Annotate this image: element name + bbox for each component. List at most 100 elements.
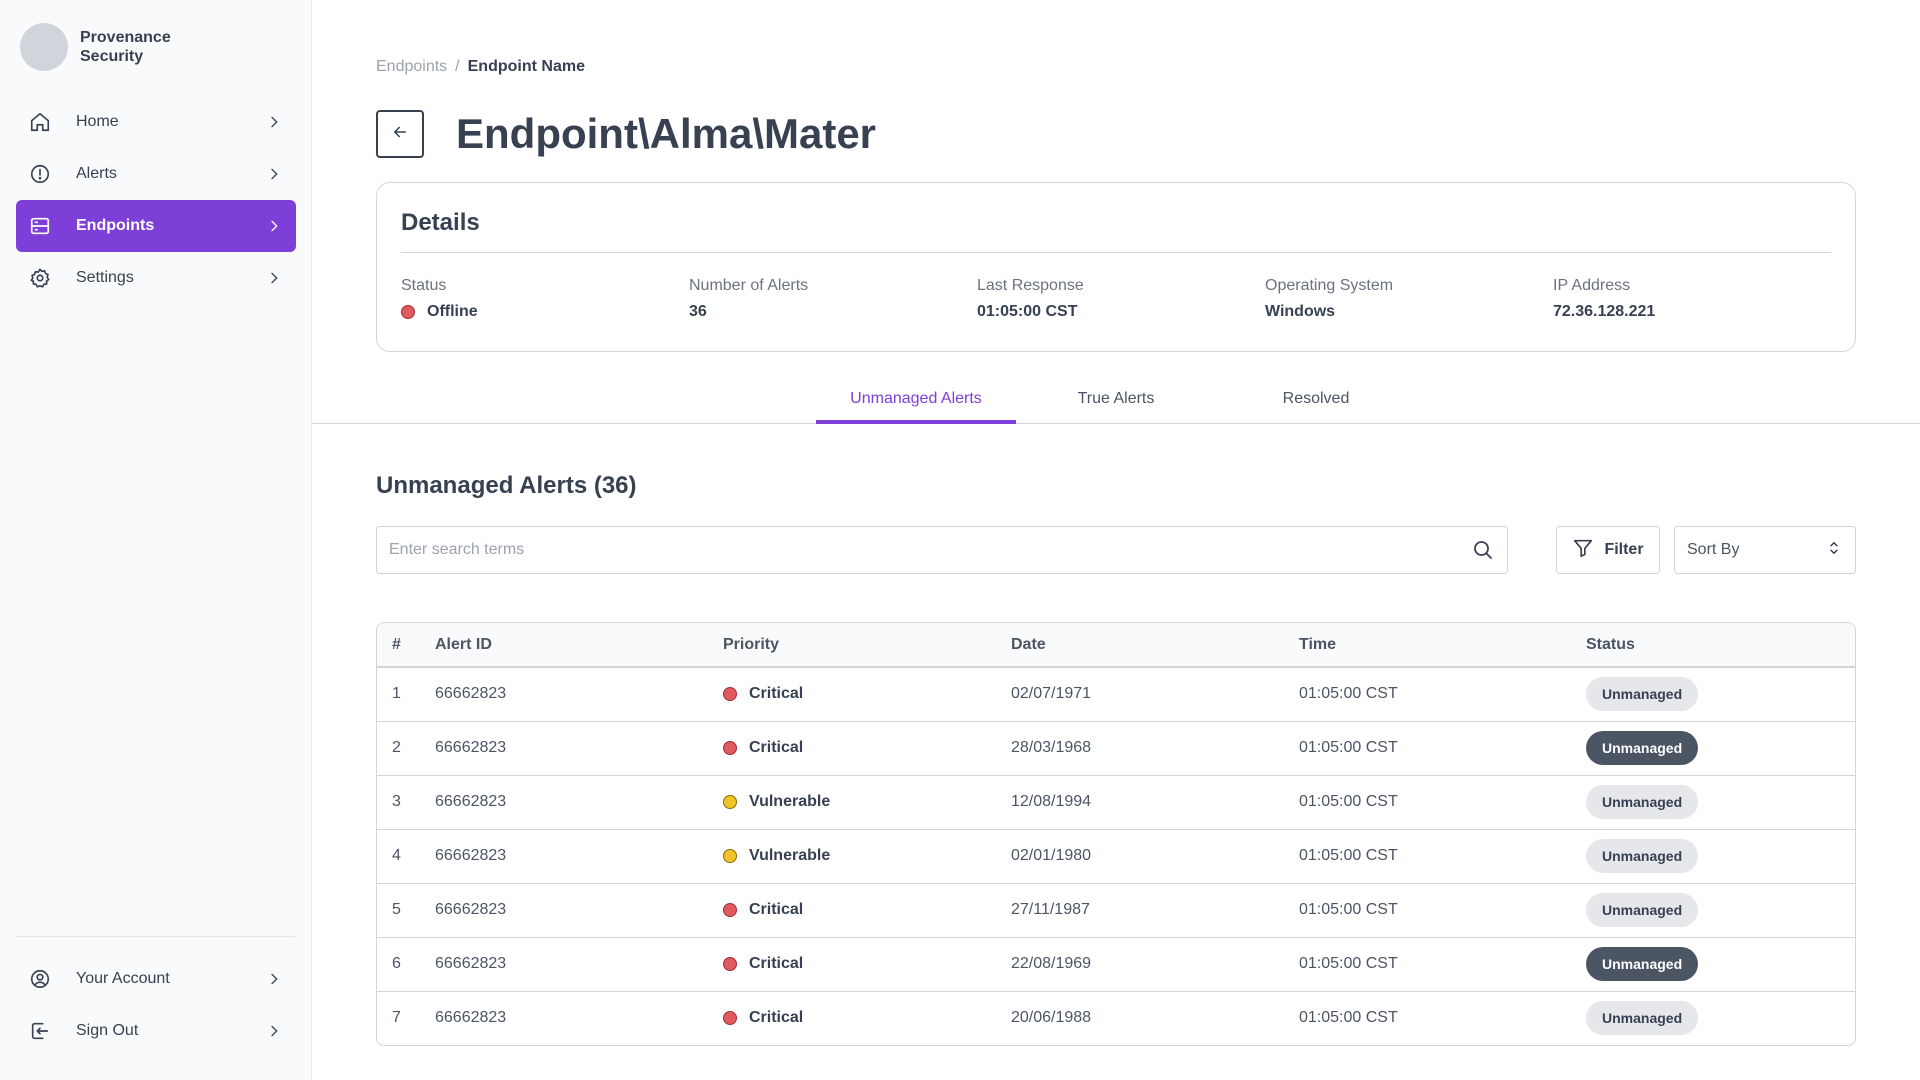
table-header-row: # Alert ID Priority Date Time Status: [377, 623, 1855, 667]
priority: Critical: [723, 1009, 1011, 1027]
sign-out-icon: [28, 1019, 52, 1043]
sidebar-item-home[interactable]: Home: [16, 96, 296, 148]
filter-button[interactable]: Filter: [1556, 526, 1660, 574]
alerts-table: # Alert ID Priority Date Time Status 1 66…: [376, 622, 1856, 1046]
detail-label: Last Response: [977, 277, 1084, 294]
status-cell: Unmanaged: [1586, 937, 1855, 991]
column-header-number: #: [392, 635, 401, 653]
priority-label: Vulnerable: [749, 847, 831, 864]
detail-value: 36: [689, 303, 707, 320]
user-circle-icon: [28, 967, 52, 991]
alert-date: 20/06/1988: [1011, 1009, 1092, 1027]
sidebar-item-your-account[interactable]: Your Account: [16, 953, 296, 1005]
detail-label: Status: [401, 277, 447, 294]
chevron-right-icon: [264, 112, 284, 132]
home-icon: [28, 110, 52, 134]
brand-name: Provenance Security: [80, 29, 171, 65]
sidebar-item-label: Your Account: [76, 970, 170, 987]
status-badge[interactable]: Unmanaged: [1586, 839, 1699, 873]
sidebar-item-alerts[interactable]: Alerts: [16, 148, 296, 200]
table-row[interactable]: 1 66662823 Critical 02/07/1971 01:05:00 CST U…: [377, 667, 1855, 721]
alert-id: 66662823: [435, 847, 507, 864]
alert-time: 01:05:00 CST: [1299, 955, 1398, 972]
tab-true-alerts[interactable]: True Alerts: [1016, 378, 1216, 424]
breadcrumb-current: Endpoint Name: [467, 58, 585, 75]
tab-resolved[interactable]: Resolved: [1216, 378, 1416, 424]
status-badge[interactable]: Unmanaged: [1586, 785, 1699, 819]
detail-number-of-alerts: Number of Alerts 36: [689, 277, 808, 321]
row-number: 6: [392, 955, 401, 972]
page-title: Endpoint\Alma\Mater: [456, 110, 877, 157]
detail-label: IP Address: [1553, 277, 1631, 294]
chevron-right-icon: [264, 1021, 284, 1041]
alert-date: 27/11/1987: [1011, 901, 1090, 918]
sidebar-item-endpoints[interactable]: Endpoints: [16, 200, 296, 252]
priority: Critical: [723, 901, 1011, 919]
breadcrumb-link-endpoints[interactable]: Endpoints: [376, 58, 447, 76]
table-row[interactable]: 5 66662823 Critical 27/11/1987 01:05:00 CST U…: [377, 883, 1855, 937]
alert-time: 01:05:00 CST: [1299, 793, 1398, 810]
row-number: 1: [392, 685, 401, 703]
gear-icon: [28, 266, 52, 290]
detail-label: Number of Alerts: [689, 277, 809, 294]
chevron-right-icon: [264, 216, 284, 236]
search-input[interactable]: [389, 541, 1471, 559]
sidebar-bottom-nav: Your Account Sign Out: [16, 953, 296, 1057]
alert-time: 01:05:00 CST: [1299, 739, 1398, 756]
priority-cell: Critical: [723, 937, 1011, 991]
critical-priority-dot: [723, 957, 737, 971]
priority-cell: Critical: [723, 667, 1011, 721]
back-button[interactable]: [376, 110, 424, 158]
table-row[interactable]: 6 66662823 Critical 22/08/1969 01:05:00 CST U…: [377, 937, 1855, 991]
offline-status-dot: [401, 305, 415, 319]
chevron-right-icon: [264, 164, 284, 184]
status-cell: Unmanaged: [1586, 883, 1855, 937]
critical-priority-dot: [723, 903, 737, 917]
sidebar: Provenance Security Home Alerts Endpoint…: [0, 0, 312, 1080]
column-header-alert-id: Alert ID: [435, 635, 492, 653]
status-cell: Unmanaged: [1586, 775, 1855, 829]
status-badge[interactable]: Unmanaged: [1586, 947, 1699, 981]
details-divider: [401, 252, 1831, 253]
alert-time: 01:05:00 CST: [1299, 901, 1398, 918]
column-header-date: Date: [1011, 635, 1046, 653]
detail-value: Windows: [1265, 303, 1336, 320]
status-badge[interactable]: Unmanaged: [1586, 1001, 1699, 1036]
sort-by-label: Sort By: [1687, 541, 1740, 558]
priority-label: Critical: [749, 901, 804, 918]
alert-date: 02/07/1971: [1011, 685, 1092, 703]
status-cell: Unmanaged: [1586, 721, 1855, 775]
table-row[interactable]: 3 66662823 Vulnerable 12/08/1994 01:05:00 CS…: [377, 775, 1855, 829]
priority-cell: Critical: [723, 721, 1011, 775]
sidebar-item-label: Settings: [76, 269, 134, 286]
priority: Critical: [723, 739, 1011, 757]
column-header-time: Time: [1299, 635, 1337, 653]
alert-time: 01:05:00 CST: [1299, 1009, 1398, 1027]
breadcrumb-separator: /: [455, 58, 460, 75]
table-row[interactable]: 2 66662823 Critical 28/03/1968 01:05:00 CST U…: [377, 721, 1855, 775]
filter-label: Filter: [1604, 541, 1644, 558]
status-badge[interactable]: Unmanaged: [1586, 731, 1699, 765]
critical-priority-dot: [723, 741, 737, 755]
tab-unmanaged-alerts[interactable]: Unmanaged Alerts: [816, 378, 1016, 424]
alert-id: 66662823: [435, 685, 507, 703]
status-cell: Unmanaged: [1586, 829, 1855, 883]
table-row[interactable]: 7 66662823 Critical 20/06/1988 01:05:00 CST U…: [377, 991, 1855, 1045]
sidebar-item-sign-out[interactable]: Sign Out: [16, 1005, 296, 1057]
row-number: 4: [392, 847, 401, 864]
status-badge[interactable]: Unmanaged: [1586, 893, 1699, 927]
status-cell: Unmanaged: [1586, 991, 1855, 1045]
row-number: 7: [392, 1009, 401, 1027]
chevron-right-icon: [264, 268, 284, 288]
detail-value: 72.36.128.221: [1553, 303, 1656, 320]
search-box: [376, 526, 1508, 574]
sidebar-item-settings[interactable]: Settings: [16, 252, 296, 304]
sort-by-select[interactable]: Sort By: [1674, 526, 1856, 574]
priority-label: Critical: [749, 1009, 804, 1027]
detail-operating-system: Operating System Windows: [1265, 277, 1393, 321]
status-badge[interactable]: Unmanaged: [1586, 677, 1699, 712]
priority-label: Critical: [749, 685, 804, 703]
search-icon[interactable]: [1471, 538, 1495, 562]
priority-cell: Vulnerable: [723, 775, 1011, 829]
table-row[interactable]: 4 66662823 Vulnerable 02/01/1980 01:05:00 CS…: [377, 829, 1855, 883]
